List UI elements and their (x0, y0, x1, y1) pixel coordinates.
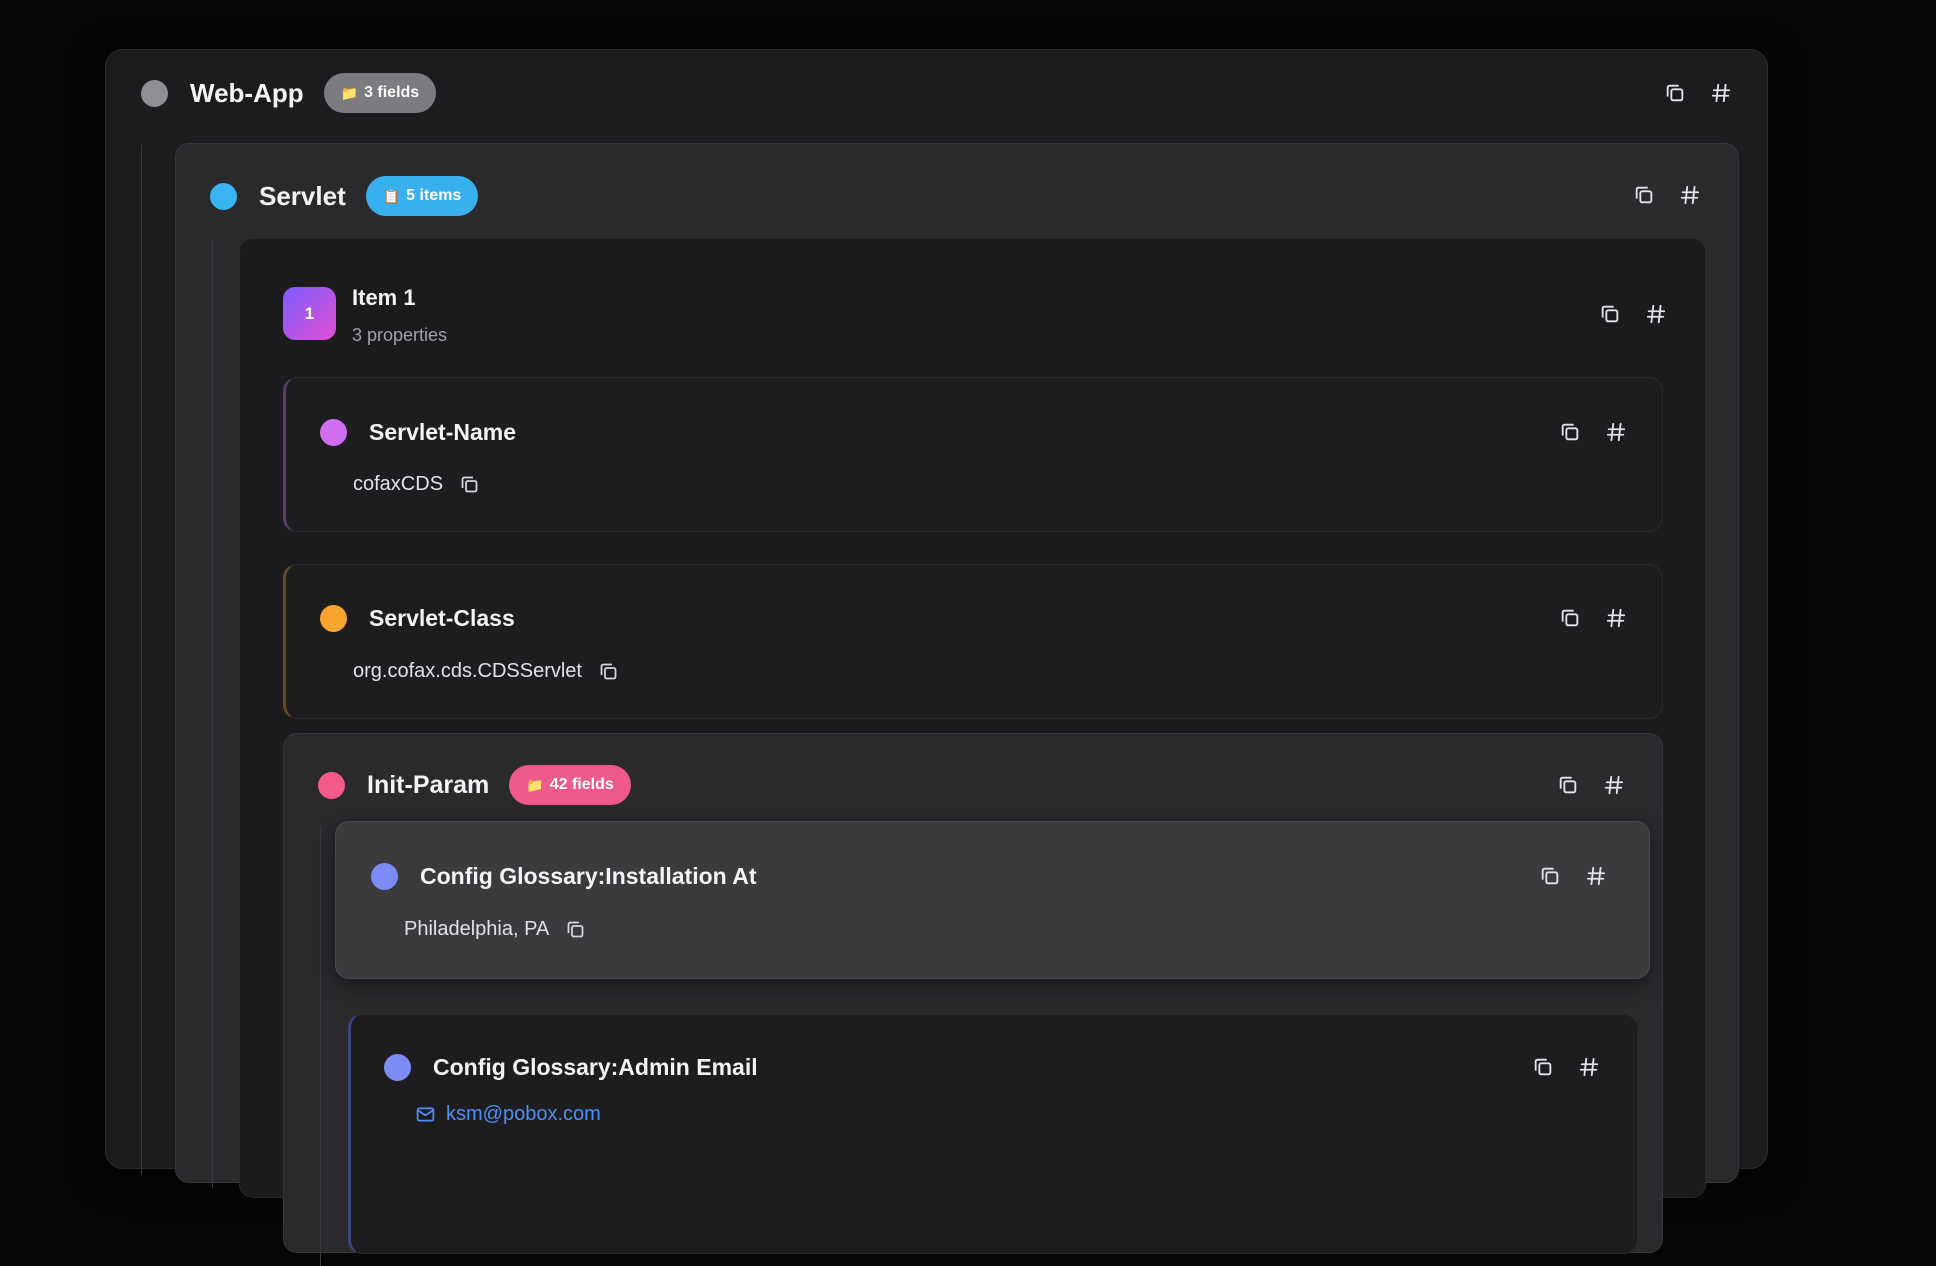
hash-icon[interactable] (1604, 420, 1628, 444)
init-param-dot (318, 771, 345, 799)
init-param-badge-label: 42 fields (549, 776, 614, 793)
admin-email-title: Config Glossary:Admin Email (433, 1053, 758, 1080)
item-number-badge: 1 (283, 287, 336, 340)
servlet-header: Servlet 📋 5 items (210, 176, 479, 216)
item-actions (1598, 302, 1668, 326)
web-app-title: Web-App (190, 77, 304, 108)
installation-at-value: Philadelphia, PA (404, 918, 550, 940)
admin-email-actions (1531, 1055, 1601, 1079)
init-param-actions (1556, 773, 1626, 797)
servlet-title: Servlet (259, 180, 346, 211)
servlet-class-value-row: org.cofax.cds.CDSServlet (353, 660, 619, 683)
admin-email-dot (384, 1053, 411, 1081)
servlet-node: Servlet 📋 5 items 1 Item 1 3 properties (175, 143, 1739, 1266)
servlet-class-value: org.cofax.cds.CDSServlet (353, 660, 582, 682)
init-param-badge: 📁 42 fields (509, 765, 631, 805)
web-app-dot (141, 79, 168, 107)
mail-icon (416, 1107, 435, 1122)
copy-icon[interactable] (1558, 606, 1582, 630)
hash-icon[interactable] (1709, 81, 1733, 105)
copy-icon[interactable] (1538, 864, 1562, 888)
item-title: Item 1 (352, 285, 416, 310)
hash-icon[interactable] (1577, 1055, 1601, 1079)
web-app-badge-label: 3 fields (364, 84, 420, 101)
servlet-name-actions (1558, 420, 1628, 444)
hash-icon[interactable] (1604, 606, 1628, 630)
hash-icon[interactable] (1602, 773, 1626, 797)
web-app-actions (1663, 81, 1733, 105)
servlet-class-title: Servlet-Class (369, 604, 515, 631)
installation-at-title: Config Glossary:Installation At (420, 862, 757, 889)
servlet-badge-label: 5 items (406, 187, 462, 204)
hash-icon[interactable] (1644, 302, 1668, 326)
item-card: 1 Item 1 3 properties Servlet-Name cofax… (239, 238, 1706, 1266)
admin-email-link[interactable]: ksm@pobox.com (446, 1103, 601, 1126)
admin-email-header: Config Glossary:Admin Email (384, 1047, 758, 1087)
web-app-tree-line (141, 145, 142, 1175)
copy-icon[interactable] (1556, 773, 1580, 797)
servlet-name-header: Servlet-Name (320, 412, 516, 452)
admin-email-value-row: ksm@pobox.com (415, 1103, 601, 1126)
servlet-actions (1632, 183, 1702, 207)
servlet-tree-line (212, 238, 213, 1188)
installation-at-header: Config Glossary:Installation At (371, 856, 757, 896)
admin-email-card: Config Glossary:Admin Email ksm@pobox.co… (348, 1014, 1638, 1254)
web-app-header: Web-App 📁 3 fields (141, 73, 437, 113)
copy-icon[interactable] (1558, 420, 1582, 444)
folder-icon: 📁 (526, 776, 544, 793)
servlet-name-card: Servlet-Name cofaxCDS (283, 377, 1663, 532)
copy-icon[interactable] (1598, 302, 1622, 326)
hash-icon[interactable] (1678, 183, 1702, 207)
servlet-dot (210, 182, 237, 210)
folder-icon: 📁 (340, 84, 359, 101)
servlet-name-value-row: cofaxCDS (353, 473, 480, 496)
servlet-class-header: Servlet-Class (320, 598, 515, 638)
copy-icon[interactable] (565, 919, 586, 940)
init-param-tree-line (320, 826, 321, 1266)
servlet-class-card: Servlet-Class org.cofax.cds.CDSServlet (283, 564, 1663, 719)
copy-icon[interactable] (459, 474, 480, 495)
item-subtitle: 3 properties (352, 325, 448, 345)
servlet-name-dot (320, 418, 347, 446)
clipboard-icon: 📋 (382, 187, 401, 204)
copy-icon[interactable] (598, 661, 619, 682)
servlet-badge: 📋 5 items (365, 176, 479, 216)
web-app-badge: 📁 3 fields (323, 73, 437, 113)
copy-icon[interactable] (1663, 81, 1687, 105)
copy-icon[interactable] (1531, 1055, 1555, 1079)
init-param-header: Init-Param 📁 42 fields (318, 765, 631, 805)
servlet-class-actions (1558, 606, 1628, 630)
init-param-node: Init-Param 📁 42 fields Config Glossary:I… (283, 733, 1663, 1266)
web-app-node: Web-App 📁 3 fields Servlet 📋 5 items 1 I… (105, 49, 1768, 1266)
installation-at-value-row: Philadelphia, PA (404, 918, 586, 941)
copy-icon[interactable] (1632, 183, 1656, 207)
installation-at-actions (1538, 864, 1608, 888)
installation-at-dot (371, 862, 398, 890)
installation-at-card: Config Glossary:Installation At Philadel… (335, 821, 1650, 979)
hash-icon[interactable] (1584, 864, 1608, 888)
init-param-title: Init-Param (367, 770, 490, 799)
servlet-name-title: Servlet-Name (369, 418, 517, 445)
servlet-class-dot (320, 604, 347, 632)
servlet-name-value: cofaxCDS (353, 473, 444, 495)
